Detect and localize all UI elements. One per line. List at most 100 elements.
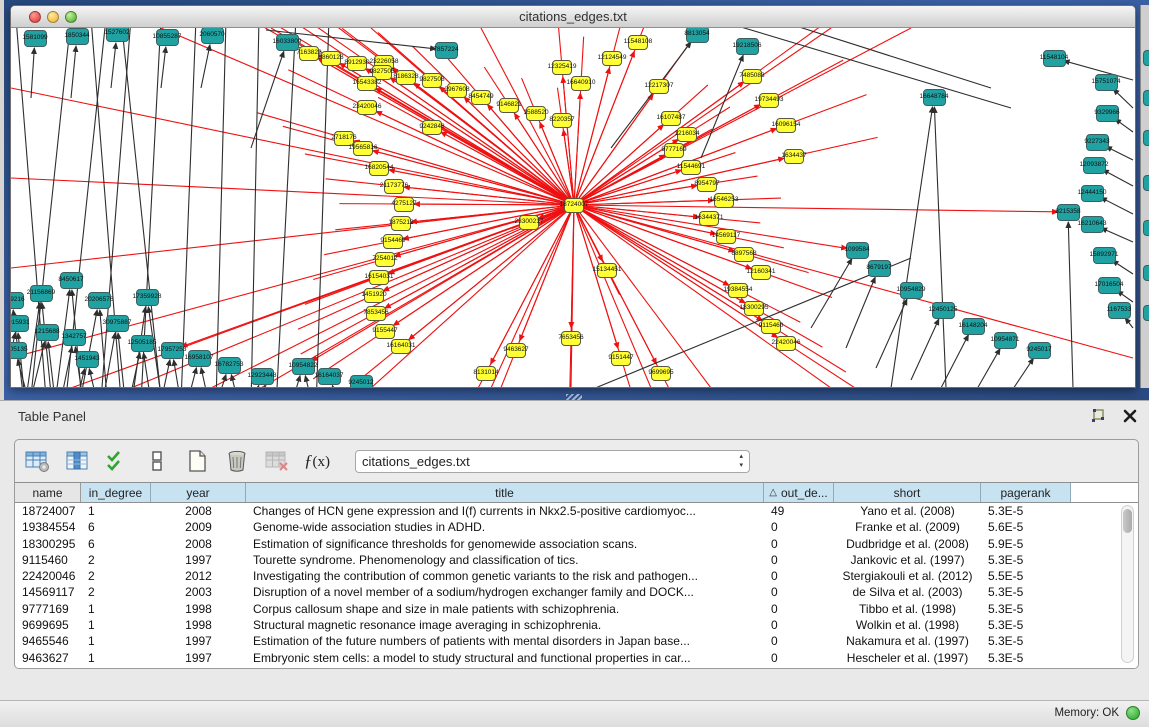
- close-panel-icon[interactable]: [1121, 407, 1139, 425]
- network-node[interactable]: 1527602: [106, 28, 129, 42]
- network-node[interactable]: 16344371: [699, 211, 719, 226]
- column-header-title[interactable]: title: [246, 483, 764, 502]
- network-node[interactable]: 16033809: [276, 34, 299, 51]
- network-node[interactable]: 12325419: [552, 60, 572, 75]
- network-node[interactable]: 7857224: [435, 42, 458, 59]
- network-node[interactable]: 1581099: [24, 30, 47, 47]
- network-node[interactable]: 16096154: [776, 118, 796, 133]
- network-node[interactable]: 15134451: [597, 263, 617, 278]
- network-node[interactable]: 12444150: [1081, 185, 1104, 202]
- network-node[interactable]: 6897568: [734, 247, 754, 262]
- network-node[interactable]: 20206576: [88, 292, 111, 309]
- network-node[interactable]: 8860128: [321, 51, 341, 66]
- network-node[interactable]: 21173776: [384, 179, 404, 194]
- network-node[interactable]: 12450125: [932, 302, 955, 319]
- table-row[interactable]: 1938455462009Genome-wide association stu…: [15, 519, 1138, 535]
- network-node[interactable]: 16210643: [1081, 216, 1104, 233]
- network-node[interactable]: 4275127: [394, 197, 414, 212]
- network-node[interactable]: 7485083: [742, 69, 762, 84]
- network-node[interactable]: 2967608: [447, 83, 467, 98]
- select-all-icon[interactable]: [103, 447, 131, 475]
- network-node[interactable]: 12923448: [251, 368, 274, 385]
- network-node[interactable]: 10954871: [994, 332, 1017, 349]
- network-node[interactable]: 9329966: [1096, 105, 1119, 122]
- table-row[interactable]: 946362711997Embryonic stem cells: a mode…: [15, 650, 1138, 666]
- network-node[interactable]: 9151447: [611, 351, 631, 366]
- table-vertical-scrollbar[interactable]: [1121, 505, 1134, 663]
- network-node[interactable]: 30975887: [106, 315, 129, 332]
- network-node[interactable]: 10954829: [900, 282, 923, 299]
- network-node[interactable]: 16640910: [571, 76, 591, 91]
- network-node[interactable]: 19384554: [728, 283, 748, 298]
- network-node[interactable]: 1850344: [66, 28, 89, 45]
- network-node[interactable]: 12093872: [1083, 157, 1106, 174]
- network-node[interactable]: 11548104: [1043, 50, 1066, 67]
- network-node[interactable]: 18724007: [564, 198, 584, 213]
- network-node[interactable]: 8679197: [868, 260, 891, 277]
- column-header-out_de[interactable]: △out_de...: [764, 483, 834, 502]
- network-canvas[interactable]: 1872400771638228860128891293023226058982…: [11, 28, 1135, 388]
- network-node[interactable]: 1342757: [63, 329, 86, 346]
- network-node[interactable]: 17957253: [161, 342, 184, 359]
- table-selector-dropdown[interactable]: citations_edges.txt ▴▾: [355, 450, 750, 473]
- network-node[interactable]: 9155447: [375, 324, 395, 339]
- network-node[interactable]: 1215688: [36, 324, 59, 341]
- unselect-all-icon[interactable]: [143, 447, 171, 475]
- network-node[interactable]: 18300295: [744, 301, 764, 316]
- network-node[interactable]: 12217307: [649, 79, 669, 94]
- network-node[interactable]: 11544691: [681, 160, 701, 175]
- network-node[interactable]: 1588520: [526, 106, 546, 121]
- network-node[interactable]: 7853456: [366, 306, 386, 321]
- network-node[interactable]: 1099584: [846, 242, 869, 259]
- table-row[interactable]: 1830029562008Estimation of significance …: [15, 536, 1138, 552]
- network-node[interactable]: 23300217: [519, 215, 539, 230]
- network-node[interactable]: 8454749: [471, 90, 491, 105]
- network-node[interactable]: 17016504: [1098, 277, 1121, 294]
- table-row[interactable]: 911546021997Tourette syndrome. Phenomeno…: [15, 552, 1138, 568]
- network-node[interactable]: 3915931: [11, 315, 29, 332]
- network-node[interactable]: 9463627: [506, 343, 526, 358]
- network-node[interactable]: 7254012: [375, 252, 395, 267]
- table-row[interactable]: 1456911722003Disruption of a novel membe…: [15, 584, 1138, 600]
- network-node[interactable]: 16958107: [188, 350, 211, 367]
- network-node[interactable]: 17359928: [136, 289, 159, 306]
- network-node[interactable]: 8450617: [60, 272, 83, 289]
- network-node[interactable]: 9245012: [350, 375, 373, 389]
- table-row[interactable]: 977716911998Corpus callosum shape and si…: [15, 601, 1138, 617]
- network-node[interactable]: 16164037: [318, 368, 341, 385]
- table-row[interactable]: 946554611997Estimation of the future num…: [15, 633, 1138, 649]
- network-node[interactable]: 10855287: [156, 29, 179, 46]
- network-node[interactable]: 16648784: [923, 89, 946, 106]
- network-node[interactable]: 8954797: [697, 177, 717, 192]
- network-node[interactable]: 3919216: [11, 292, 24, 309]
- network-node[interactable]: 8220357: [552, 113, 572, 128]
- scrollbar-thumb[interactable]: [1123, 509, 1132, 533]
- network-node[interactable]: 15892971: [1093, 247, 1116, 264]
- network-node[interactable]: 2060570: [201, 28, 224, 44]
- network-node[interactable]: 9227343: [1086, 134, 1109, 151]
- network-node[interactable]: 1451943: [76, 351, 99, 368]
- network-node[interactable]: 9242848: [422, 120, 442, 135]
- network-node[interactable]: 9777169: [664, 143, 684, 158]
- table-row[interactable]: 2242004622012Investigating the contribut…: [15, 568, 1138, 584]
- column-header-name[interactable]: name: [15, 483, 81, 502]
- column-header-short[interactable]: short: [834, 483, 981, 502]
- network-node[interactable]: 11548108: [628, 35, 648, 50]
- network-node[interactable]: 16543382: [357, 76, 377, 91]
- network-window-titlebar[interactable]: citations_edges.txt: [11, 6, 1135, 28]
- network-node[interactable]: 19565816: [353, 141, 373, 156]
- network-node[interactable]: 16154031: [369, 270, 389, 285]
- network-node[interactable]: 9699695: [651, 366, 671, 381]
- network-node[interactable]: 21156869: [30, 285, 53, 302]
- network-node[interactable]: 14569117: [716, 229, 736, 244]
- column-header-year[interactable]: year: [151, 483, 246, 502]
- column-header-in_degree[interactable]: in_degree: [81, 483, 151, 502]
- function-builder-icon[interactable]: ƒ(x): [303, 447, 331, 475]
- network-node[interactable]: 16782753: [218, 357, 241, 374]
- table-mode-icon[interactable]: [23, 447, 51, 475]
- network-node[interactable]: 22420046: [776, 336, 796, 351]
- new-object-icon[interactable]: [183, 447, 211, 475]
- network-node[interactable]: 7653456: [561, 331, 581, 346]
- column-header-pagerank[interactable]: pagerank: [981, 483, 1071, 502]
- memory-status-indicator[interactable]: [1126, 706, 1140, 720]
